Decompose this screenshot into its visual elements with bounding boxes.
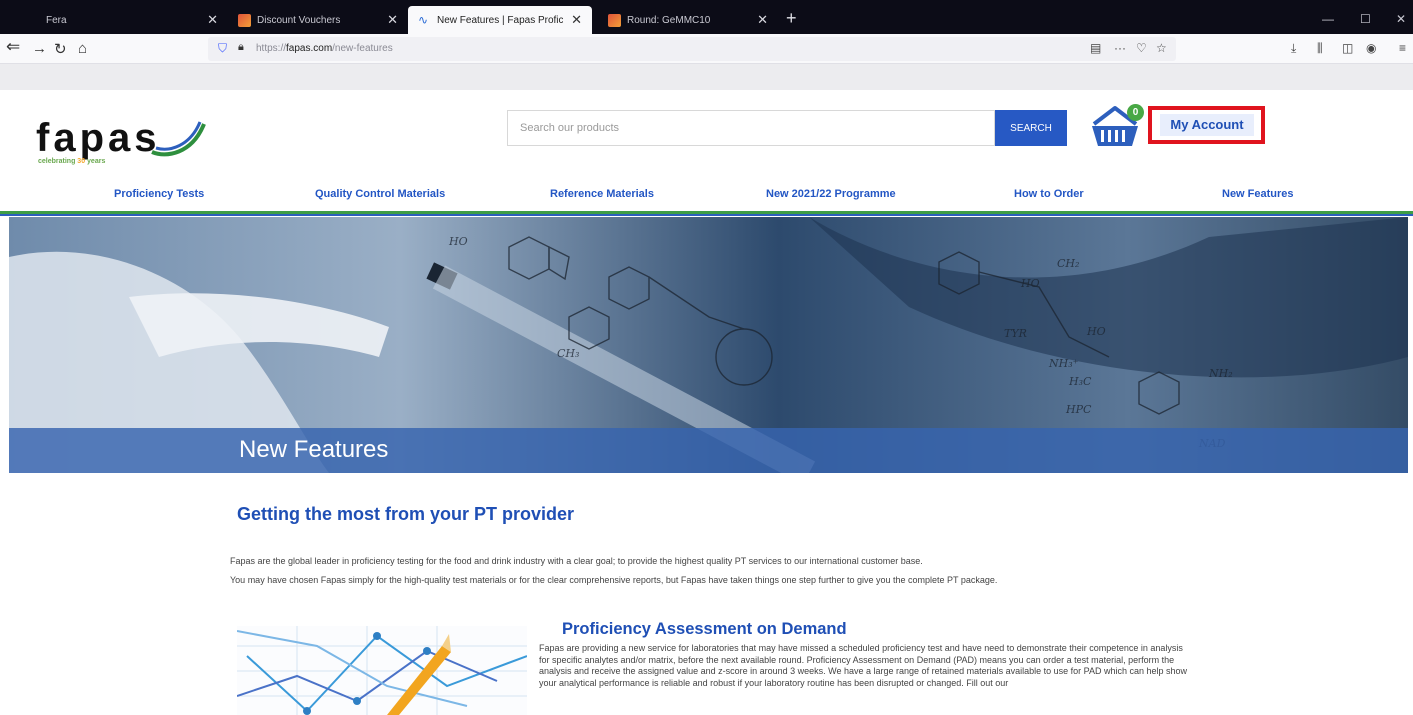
fapas-favicon-icon xyxy=(608,13,621,27)
svg-text:NH₂: NH₂ xyxy=(1208,367,1233,380)
menu-icon[interactable]: ≡ xyxy=(1399,41,1406,55)
search-button[interactable]: SEARCH xyxy=(995,110,1067,146)
page-actions-icon[interactable]: ··· xyxy=(1114,41,1126,55)
hero-banner-image: HO CH₃ CH₂ HO TYR NH₃⁺ HO H₃C HPC NH₂ NA… xyxy=(9,217,1408,473)
tab-title: Fera xyxy=(46,14,67,26)
product-search-box xyxy=(507,110,995,146)
browser-tab-fera[interactable]: Fera ✕ xyxy=(36,6,228,34)
search-input[interactable] xyxy=(508,111,994,145)
nav-reference-materials[interactable]: Reference Materials xyxy=(550,188,654,200)
nav-proficiency-tests[interactable]: Proficiency Tests xyxy=(114,188,204,200)
downloads-icon[interactable]: ⤓ xyxy=(1291,41,1296,56)
svg-text:CH₂: CH₂ xyxy=(1057,257,1079,270)
page-heading: Getting the most from your PT provider xyxy=(237,504,575,524)
logo-wordmark: fapas xyxy=(36,116,161,160)
url-text[interactable]: https://fapas.com/new-features xyxy=(256,43,393,54)
close-icon[interactable]: ✕ xyxy=(757,12,768,28)
svg-text:HO: HO xyxy=(1020,277,1040,290)
tab-title: New Features | Fapas Proficien xyxy=(437,14,564,26)
sidebar-icon[interactable]: ◫ xyxy=(1342,41,1353,55)
browser-tab-bar: Fera ✕ Discount Vouchers ✕ ∿ New Feature… xyxy=(0,0,1413,34)
browser-tab-new-features[interactable]: ∿ New Features | Fapas Proficien ✕ xyxy=(408,6,592,34)
home-icon[interactable]: ⌂ xyxy=(78,40,87,57)
browser-toolbar: ⇐ → ↻ ⌂ ⛉ 🔒︎ https://fapas.com/new-featu… xyxy=(0,34,1413,64)
intro-paragraph-2: You may have chosen Fapas simply for the… xyxy=(230,575,998,585)
maximize-icon[interactable]: ☐ xyxy=(1360,12,1371,26)
nav-how-to-order[interactable]: How to Order xyxy=(1014,188,1084,200)
logo-swoosh-icon xyxy=(151,121,206,157)
web-page: fapas celebrating 30 years SEARCH 0 My A… xyxy=(0,90,1413,715)
minimize-icon[interactable]: — xyxy=(1322,12,1334,26)
fapas-favicon-icon xyxy=(238,13,251,27)
back-icon[interactable]: ⇐ xyxy=(6,37,20,57)
pad-description: Fapas are providing a new service for la… xyxy=(539,643,1188,688)
pad-thumbnail-image xyxy=(237,626,527,715)
nav-quality-control-materials[interactable]: Quality Control Materials xyxy=(315,188,445,200)
logo-tagline: celebrating 30 years xyxy=(38,158,106,165)
svg-text:HO: HO xyxy=(448,235,468,248)
svg-text:NH₃⁺: NH₃⁺ xyxy=(1048,357,1079,370)
tab-title: Discount Vouchers xyxy=(257,14,341,26)
pocket-icon[interactable]: ♡ xyxy=(1136,41,1147,55)
nav-new-programme[interactable]: New 2021/22 Programme xyxy=(766,188,896,200)
lock-icon[interactable]: 🔒︎ xyxy=(238,41,244,54)
fapas-logo[interactable]: fapas celebrating 30 years xyxy=(36,108,211,168)
svg-text:TYR: TYR xyxy=(1004,327,1027,340)
svg-text:HPC: HPC xyxy=(1065,403,1092,416)
hero-title-bar: New Features xyxy=(9,428,1408,473)
svg-text:HO: HO xyxy=(1086,325,1106,338)
my-account-link[interactable]: My Account xyxy=(1160,114,1254,136)
close-icon[interactable]: ✕ xyxy=(571,12,582,28)
main-navigation: Proficiency Tests Quality Control Materi… xyxy=(0,182,1413,206)
pad-heading: Proficiency Assessment on Demand xyxy=(562,620,847,638)
intro-paragraph-1: Fapas are the global leader in proficien… xyxy=(230,556,923,566)
svg-text:H₃C: H₃C xyxy=(1068,375,1092,388)
tab-title: Round: GeMMC10 xyxy=(627,14,711,26)
bookmark-star-icon[interactable]: ☆ xyxy=(1156,41,1167,55)
address-bar[interactable]: ⛉ 🔒︎ https://fapas.com/new-features ▤ ··… xyxy=(208,37,1176,61)
browser-tab-discount-vouchers[interactable]: Discount Vouchers ✕ xyxy=(228,6,408,34)
account-icon[interactable]: ◉ xyxy=(1366,41,1376,55)
library-icon[interactable]: ⫼ xyxy=(1317,41,1323,56)
reload-icon[interactable]: ↻ xyxy=(54,40,67,58)
nav-divider-blue xyxy=(0,214,1413,216)
browser-tab-round-gemmc10[interactable]: Round: GeMMC10 ✕ xyxy=(598,6,778,34)
wave-favicon-icon: ∿ xyxy=(418,12,429,27)
reader-view-icon[interactable]: ▤ xyxy=(1090,41,1101,55)
my-account-highlight: My Account xyxy=(1148,106,1265,144)
close-icon[interactable]: ✕ xyxy=(207,12,218,28)
svg-text:CH₃: CH₃ xyxy=(557,347,579,360)
nav-new-features[interactable]: New Features xyxy=(1222,188,1294,200)
close-icon[interactable]: ✕ xyxy=(387,12,398,28)
shield-icon[interactable]: ⛉ xyxy=(218,41,227,56)
close-window-icon[interactable]: ✕ xyxy=(1396,12,1406,26)
forward-icon[interactable]: → xyxy=(32,40,47,57)
basket-count-badge: 0 xyxy=(1127,104,1144,121)
new-tab-button[interactable]: + xyxy=(786,8,797,29)
bookmarks-bar xyxy=(0,64,1413,90)
hero-title: New Features xyxy=(239,436,389,463)
